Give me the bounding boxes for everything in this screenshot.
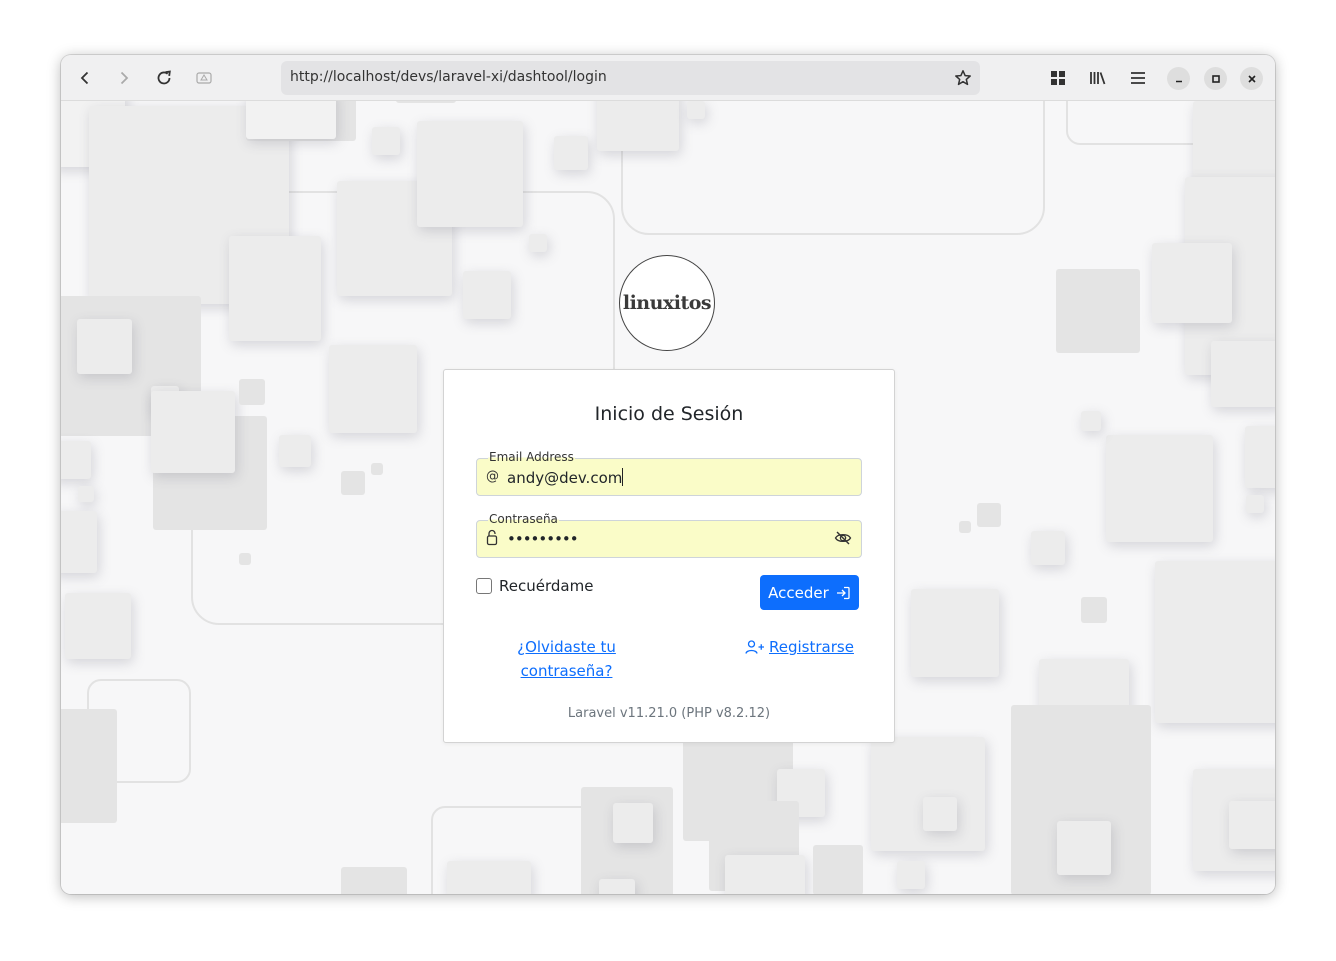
- forgot-line-1[interactable]: ¿Olvidaste tu: [517, 638, 616, 656]
- url-text[interactable]: http://localhost/devs/laravel-xi/dashtoo…: [290, 69, 607, 85]
- password-field[interactable]: Contraseña •••••••••: [476, 512, 862, 558]
- register-label[interactable]: Registrarse: [769, 635, 854, 659]
- library-icon[interactable]: [1083, 63, 1113, 93]
- hamburger-menu-icon[interactable]: [1123, 63, 1153, 93]
- minimize-icon[interactable]: [1167, 67, 1190, 90]
- lock-icon: [486, 529, 498, 550]
- email-value[interactable]: andy@dev.com: [507, 469, 622, 487]
- back-arrow-icon[interactable]: [70, 63, 100, 93]
- version-text: Laravel v11.21.0 (PHP v8.2.12): [567, 706, 771, 721]
- page-viewport: linuxitos Inicio de Sesión Email Address…: [61, 101, 1275, 894]
- browser-toolbar: http://localhost/devs/laravel-xi/dashtoo…: [61, 55, 1275, 101]
- forgot-password-link[interactable]: ¿Olvidaste tu contraseña?: [504, 635, 629, 683]
- password-label: Contraseña: [488, 512, 559, 526]
- forward-arrow-icon[interactable]: [109, 63, 139, 93]
- login-button-label[interactable]: Acceder: [768, 584, 829, 602]
- login-card: Inicio de Sesión Email Address @ andy@de…: [443, 369, 895, 743]
- maximize-icon[interactable]: [1204, 67, 1227, 90]
- at-sign-icon: @: [486, 469, 499, 484]
- password-value[interactable]: •••••••••: [507, 530, 579, 548]
- email-field[interactable]: Email Address @ andy@dev.com: [476, 450, 862, 496]
- page-info-icon[interactable]: [189, 63, 219, 93]
- site-logo: linuxitos: [619, 255, 715, 351]
- bookmark-star-icon[interactable]: [954, 69, 972, 91]
- sign-in-icon: [836, 586, 850, 599]
- close-icon[interactable]: [1240, 67, 1263, 90]
- page-title: Inicio de Sesión: [594, 403, 744, 425]
- login-button[interactable]: Acceder: [760, 575, 859, 610]
- logo-text: linuxitos: [622, 292, 712, 314]
- text-caret: [622, 468, 624, 486]
- address-bar[interactable]: http://localhost/devs/laravel-xi/dashtoo…: [281, 61, 980, 95]
- grid-icon[interactable]: [1043, 63, 1073, 93]
- eye-slash-icon[interactable]: [834, 530, 852, 550]
- register-link[interactable]: Registrarse: [745, 635, 854, 659]
- reload-icon[interactable]: [149, 63, 179, 93]
- forgot-line-2[interactable]: contraseña?: [521, 662, 613, 680]
- person-plus-icon: [745, 640, 764, 654]
- remember-label[interactable]: Recuérdame: [499, 577, 593, 595]
- remember-checkbox[interactable]: [476, 578, 492, 594]
- browser-window: http://localhost/devs/laravel-xi/dashtoo…: [61, 55, 1275, 894]
- email-label: Email Address: [488, 450, 575, 464]
